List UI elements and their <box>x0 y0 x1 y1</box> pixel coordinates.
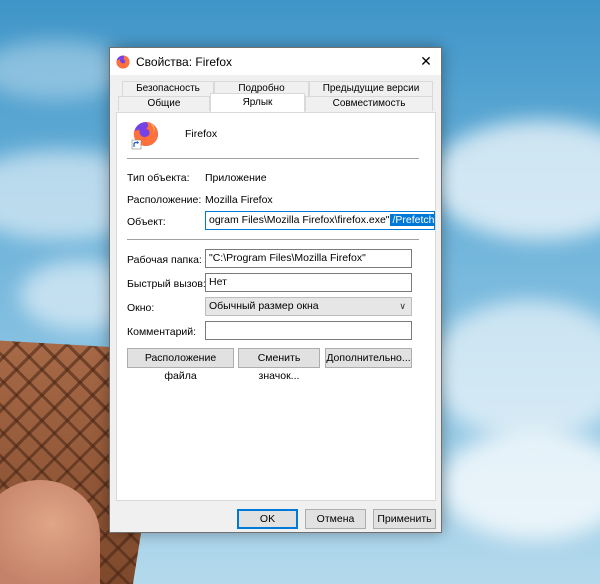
apply-button[interactable]: Применить <box>373 509 436 529</box>
tab-security[interactable]: Безопасность <box>122 81 214 96</box>
target-type-value: Приложение <box>205 172 267 184</box>
tab-shortcut[interactable]: Ярлык <box>210 93 305 112</box>
firefox-icon <box>131 122 158 150</box>
tab-strip: Безопасность Подробно Предыдущие версии … <box>116 81 436 113</box>
shortcut-name: Firefox <box>185 128 218 140</box>
cancel-button[interactable]: Отмена <box>305 509 366 529</box>
start-in-field[interactable]: "C:\Program Files\Mozilla Firefox" <box>205 249 412 268</box>
run-label: Окно: <box>127 302 155 314</box>
shortcut-key-label: Быстрый вызов: <box>127 278 206 290</box>
close-icon: ✕ <box>420 53 432 69</box>
change-icon-button[interactable]: Сменить значок... <box>238 348 320 382</box>
tab-compatibility[interactable]: Совместимость <box>305 96 433 111</box>
comment-label: Комментарий: <box>127 326 197 338</box>
start-in-label: Рабочая папка: <box>127 254 202 266</box>
separator <box>127 239 419 240</box>
tab-general[interactable]: Общие <box>118 96 210 111</box>
target-label: Объект: <box>127 216 166 228</box>
run-dropdown[interactable]: Обычный размер окна ∨ <box>205 297 412 316</box>
target-field[interactable]: ogram Files\Mozilla Firefox\firefox.exe"… <box>205 211 435 230</box>
open-file-location-button[interactable]: Расположение файла <box>127 348 234 382</box>
target-text: ogram Files\Mozilla Firefox\firefox.exe" <box>209 214 390 226</box>
separator <box>127 158 419 159</box>
shortcut-key-field[interactable]: Нет <box>205 273 412 292</box>
comment-field[interactable] <box>205 321 412 340</box>
firefox-icon <box>116 55 130 68</box>
target-location-label: Расположение: <box>127 194 202 206</box>
target-location-value: Mozilla Firefox <box>205 194 273 206</box>
target-selected-text: /Prefetch:1 <box>389 214 434 226</box>
tab-previous-versions[interactable]: Предыдущие версии <box>309 81 433 96</box>
advanced-button[interactable]: Дополнительно... <box>325 348 412 368</box>
close-button[interactable]: ✕ <box>411 48 441 75</box>
window-title: Свойства: Firefox <box>136 54 233 69</box>
properties-dialog: Свойства: Firefox ✕ Безопасность Подробн… <box>109 47 442 533</box>
chevron-down-icon: ∨ <box>399 301 406 311</box>
title-bar[interactable]: Свойства: Firefox ✕ <box>110 48 441 75</box>
run-selected-value: Обычный размер окна <box>209 300 319 312</box>
shortcut-panel: Firefox Тип объекта: Приложение Располож… <box>116 112 436 501</box>
target-type-label: Тип объекта: <box>127 172 190 184</box>
ok-button[interactable]: OK <box>237 509 298 529</box>
